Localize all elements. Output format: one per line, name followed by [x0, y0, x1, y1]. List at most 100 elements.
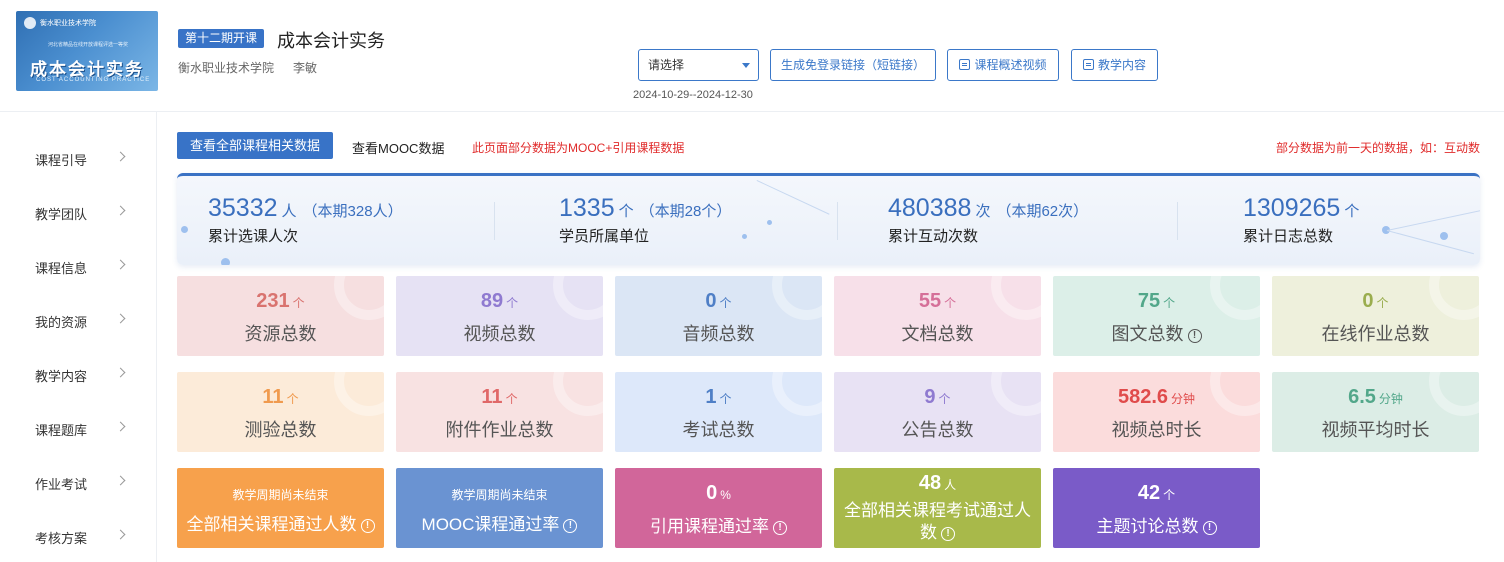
card-value-row: 11 个 — [177, 386, 384, 409]
card-title-row: 图文总数! — [1053, 320, 1260, 346]
card-unit: 个 — [1163, 296, 1176, 310]
course-overview-video-button[interactable]: 课程概述视频 — [947, 49, 1059, 81]
chevron-right-icon — [115, 151, 126, 162]
video-icon — [959, 59, 971, 70]
card-value: 89 — [480, 290, 504, 312]
info-icon[interactable]: ! — [1202, 521, 1217, 535]
card-audio-total: 0个 音频总数 — [615, 276, 822, 356]
card-value: 9 — [924, 386, 936, 408]
card-value: 0 — [706, 482, 718, 504]
card-value-row: 48 人 — [834, 472, 1041, 495]
data-delay-note: 部分数据为前一天的数据，如：互动数 — [1275, 141, 1480, 155]
card-exams-total: 1个 考试总数 — [615, 372, 822, 452]
sidebar-item-my-resources[interactable]: 我的资源 — [0, 284, 156, 338]
card-value-row: 0个 — [1272, 290, 1479, 313]
card-title: 全部相关课程通过人数 — [186, 515, 357, 534]
card-attachment-homework-total: 11 个 附件作业总数 — [396, 372, 603, 452]
sidebar-item-question-bank[interactable]: 课程题库 — [0, 392, 156, 446]
info-icon[interactable]: ! — [563, 519, 578, 533]
decoration-dot — [181, 226, 188, 233]
sidebar-item-homework-exam[interactable]: 作业考试 — [0, 446, 156, 500]
overview-video-label: 课程概述视频 — [974, 58, 1047, 72]
card-unit: % — [720, 488, 731, 502]
chevron-right-icon — [115, 475, 126, 486]
sidebar-item-teaching-team[interactable]: 教学团队 — [0, 176, 156, 230]
card-value: 42 — [1137, 482, 1161, 504]
info-icon[interactable]: ! — [941, 527, 955, 541]
divider — [1177, 202, 1178, 240]
card-unit: 个 — [1163, 488, 1176, 502]
decoration-line — [1386, 230, 1474, 255]
generate-link-button[interactable]: 生成免登录链接（短链接） — [770, 49, 936, 81]
teaching-content-label: 教学内容 — [1097, 58, 1146, 72]
card-value-row: 0% — [615, 482, 822, 505]
card-unit: 个 — [505, 392, 518, 406]
stat-caption: 学员所属单位 — [559, 228, 650, 245]
card-unit: 个 — [938, 392, 951, 406]
card-value: 11 — [262, 386, 284, 408]
card-value-row: 42 个 — [1053, 482, 1260, 505]
card-value: 11 — [481, 386, 503, 408]
stat-unit: 个 — [1344, 203, 1360, 220]
tab-all-course-data[interactable]: 查看全部课程相关数据 — [177, 132, 333, 159]
card-status-text: 教学周期尚未结束 — [451, 488, 548, 502]
school-logo-icon — [24, 17, 36, 29]
card-title: 全部相关课程考试通过人数 — [844, 501, 1031, 542]
card-value-row: 75 个 — [1053, 290, 1260, 313]
card-title: MOOC课程通过率 — [421, 515, 560, 534]
decoration-line — [756, 180, 830, 215]
stat-units: 1335 个 （本期28个） 学员所属单位 — [559, 194, 731, 246]
cover-school-text: 衡水职业技术学院 — [40, 20, 96, 27]
info-icon[interactable]: ! — [360, 519, 375, 533]
chevron-right-icon — [115, 205, 126, 216]
stat-unit: 人 — [281, 203, 297, 220]
card-video-total-duration: 582.6 分钟 视频总时长 — [1053, 372, 1260, 452]
teaching-content-button[interactable]: 教学内容 — [1071, 49, 1158, 81]
stat-current-term: （本期62次） — [996, 203, 1089, 220]
data-source-note: 此页面部分数据为MOOC+引用课程数据 — [472, 141, 685, 155]
stat-value: 480388 — [888, 194, 972, 222]
school-name: 衡水职业技术学院 — [178, 61, 275, 75]
card-title: 附件作业总数 — [445, 420, 554, 440]
chevron-right-icon — [115, 313, 126, 324]
card-title: 考试总数 — [682, 420, 755, 440]
card-videos-total: 89 个 视频总数 — [396, 276, 603, 356]
stat-caption: 累计互动次数 — [888, 228, 979, 245]
card-title-row: 主题讨论总数! — [1053, 512, 1260, 537]
info-icon[interactable]: ! — [773, 521, 787, 535]
card-quizzes-total: 11 个 测验总数 — [177, 372, 384, 452]
term-badge: 第十二期开课 — [178, 29, 265, 48]
cover-subtitle: 河北省精品在线开放课程评选一等奖 — [48, 42, 129, 48]
decoration-dot — [767, 220, 772, 225]
sidebar-item-assessment-plan[interactable]: 考核方案 — [0, 500, 156, 554]
card-value: 55 — [918, 290, 942, 312]
card-title: 测验总数 — [244, 420, 317, 440]
stat-current-term: （本期328人） — [302, 203, 403, 220]
term-select[interactable]: 请选择 — [638, 49, 759, 81]
summary-stats-panel: 35332 人（本期328人） 累计选课人次 1335 个（本期28个） 学员所属单… — [177, 173, 1480, 265]
sidebar-item-course-guide[interactable]: 课程引导 — [0, 122, 156, 176]
chevron-right-icon — [115, 259, 126, 270]
stat-unit: 次 — [975, 203, 991, 220]
card-mooc-pass-rate: 教学周期尚未结束 MOOC课程通过率! — [396, 468, 603, 548]
card-unit: 个 — [506, 296, 519, 310]
decoration-dot — [221, 258, 230, 265]
tab-mooc-data[interactable]: 查看MOOC数据 — [352, 138, 444, 157]
card-title-row: MOOC课程通过率! — [396, 510, 603, 535]
card-unit: 个 — [719, 392, 732, 406]
card-title: 资源总数 — [244, 324, 317, 344]
sidebar-item-teaching-content[interactable]: 教学内容 — [0, 338, 156, 392]
term-select-value: 请选择 — [648, 58, 685, 72]
info-icon[interactable]: ! — [1187, 329, 1202, 343]
decoration-dot — [742, 234, 747, 239]
stat-value: 1335 — [559, 194, 615, 222]
card-title: 文档总数 — [901, 324, 974, 344]
card-value: 1 — [705, 386, 717, 408]
sidebar-item-course-info[interactable]: 课程信息 — [0, 230, 156, 284]
sidebar-item-label: 作业考试 — [35, 477, 88, 492]
sidebar-item-label: 课程引导 — [35, 153, 88, 168]
stat-enrollments: 35332 人 （本期328人） 累计选课人次 — [208, 194, 403, 246]
sidebar-nav: 课程引导 教学团队 课程信息 我的资源 教学内容 课程题库 作业考试 考核方案 — [0, 112, 157, 562]
card-title: 视频总数 — [463, 324, 536, 344]
sidebar-item-label: 考核方案 — [35, 531, 88, 546]
